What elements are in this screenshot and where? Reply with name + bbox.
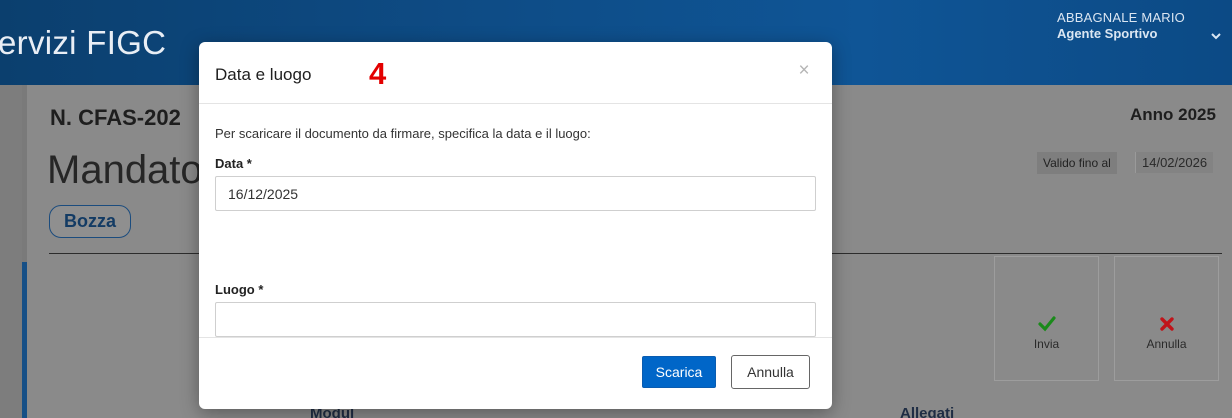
- dialog-title: Data e luogo: [215, 65, 312, 84]
- sidebar-stripe: [22, 262, 27, 418]
- document-number: N. CFAS-202: [50, 105, 181, 130]
- app-title: ervizi FIGC: [0, 24, 167, 61]
- step-number: 4: [369, 56, 387, 91]
- left-edge: [0, 85, 22, 418]
- data-field[interactable]: [215, 176, 816, 211]
- dialog-intro-text: Per scaricare il documento da firmare, s…: [215, 126, 591, 141]
- luogo-field[interactable]: [215, 302, 816, 337]
- valid-until-label: Valido fino al: [1037, 152, 1117, 174]
- dialog-header: Data e luogo 4 ×: [199, 42, 832, 104]
- invia-label: Invia: [1033, 337, 1060, 351]
- user-role: Agente Sportivo: [1057, 26, 1158, 41]
- data-field-label: Data *: [215, 156, 252, 171]
- invia-button[interactable]: Invia: [994, 256, 1099, 381]
- x-icon: [1159, 317, 1174, 331]
- valid-until-value: 14/02/2026: [1135, 152, 1214, 173]
- annulla-action-button[interactable]: Annulla: [1114, 256, 1219, 381]
- user-menu[interactable]: ABBAGNALE MARIO Agente Sportivo: [1057, 10, 1185, 41]
- divider: [49, 253, 199, 254]
- document-title: Mandato: [47, 148, 203, 192]
- dialog-footer: Scarica Annulla: [199, 337, 832, 409]
- close-icon[interactable]: ×: [795, 61, 813, 80]
- check-icon: [1037, 316, 1056, 332]
- status-badge: Bozza: [49, 205, 132, 238]
- divider: [832, 253, 1222, 254]
- user-name: ABBAGNALE MARIO: [1057, 10, 1185, 25]
- scarica-button[interactable]: Scarica: [642, 356, 716, 388]
- data-luogo-dialog: Data e luogo 4 × Per scaricare il docume…: [199, 42, 832, 409]
- annulla-label: Annulla: [1146, 337, 1187, 351]
- chevron-down-icon[interactable]: [1210, 30, 1222, 42]
- document-year: Anno 2025: [1130, 105, 1216, 124]
- cancel-button[interactable]: Annulla: [731, 355, 810, 389]
- section-heading-allegati: Allegati: [900, 405, 955, 418]
- luogo-field-label: Luogo *: [215, 282, 264, 297]
